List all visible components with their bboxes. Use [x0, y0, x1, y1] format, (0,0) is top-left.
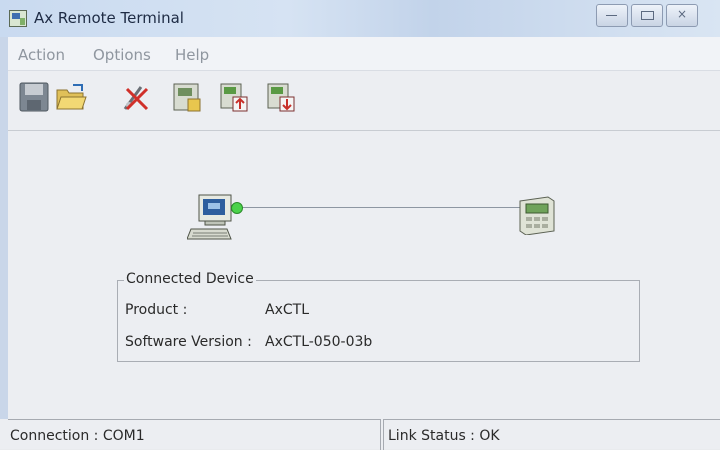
window-border [0, 37, 8, 419]
maximize-button[interactable] [631, 4, 663, 27]
window-title: Ax Remote Terminal [34, 9, 184, 27]
toolbar [8, 71, 720, 131]
close-button[interactable]: × [666, 4, 698, 27]
main-panel [8, 131, 720, 419]
save-icon[interactable] [18, 81, 50, 113]
device-config-icon[interactable] [171, 81, 203, 113]
group-title: Connected Device [124, 271, 256, 287]
connection-status-dot [231, 202, 243, 214]
software-version-label: Software Version : [125, 334, 252, 350]
menu-action[interactable]: Action [18, 46, 65, 64]
product-label: Product : [125, 302, 188, 318]
upload-icon[interactable] [218, 81, 250, 113]
disconnect-icon[interactable] [121, 81, 153, 113]
computer-icon [187, 194, 232, 240]
connection-status: Connection : COM1 [10, 428, 145, 444]
software-version-value: AxCTL-050-03b [265, 334, 373, 350]
controller-device-icon [519, 196, 555, 235]
window-controls: × [596, 4, 720, 27]
title-bar: Ax Remote Terminal × [0, 0, 720, 37]
download-icon[interactable] [265, 81, 297, 113]
app-icon [9, 10, 27, 27]
menu-options[interactable]: Options [93, 46, 151, 64]
menu-bar: Action Options Help [8, 37, 720, 71]
connection-line [243, 207, 520, 208]
open-folder-icon[interactable] [55, 81, 87, 113]
status-link-pane: Link Status : OK [383, 419, 720, 450]
menu-help[interactable]: Help [175, 46, 209, 64]
minimize-button[interactable] [596, 4, 628, 27]
status-connection-pane: Connection : COM1 [8, 419, 381, 450]
link-status: Link Status : OK [388, 428, 500, 444]
product-value: AxCTL [265, 302, 309, 318]
